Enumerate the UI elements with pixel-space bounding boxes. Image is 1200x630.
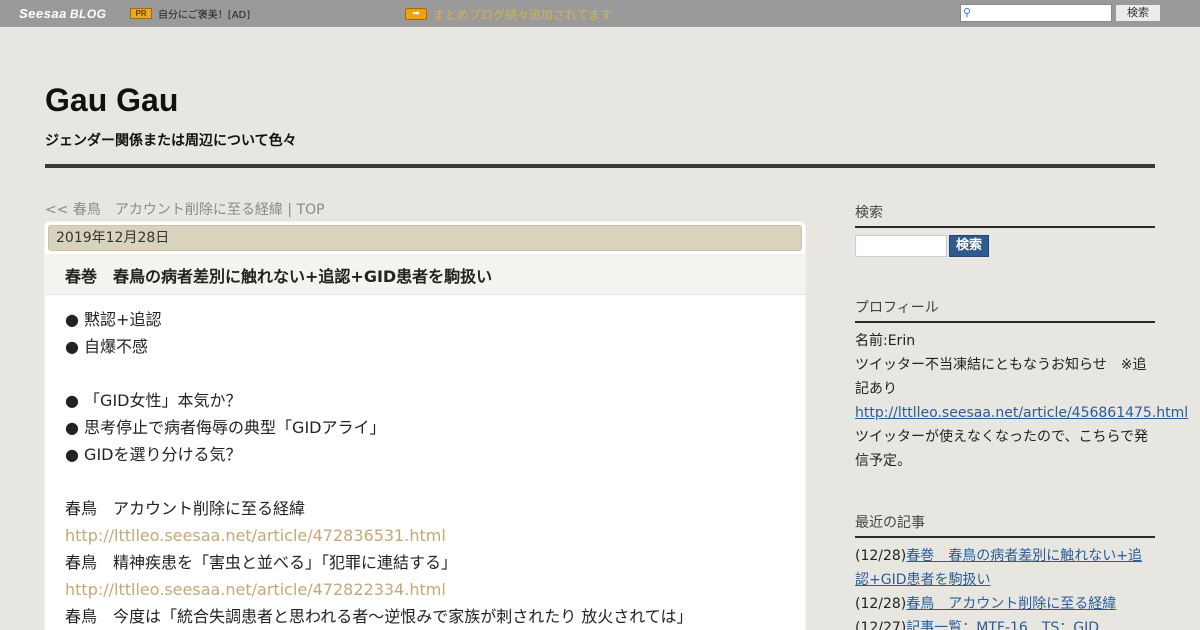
- blog-title[interactable]: Gau Gau: [45, 82, 178, 119]
- nav-separator: |: [282, 202, 297, 218]
- article-body-line: ● 自爆不感: [65, 337, 149, 356]
- recent-article-link[interactable]: 記事一覧：MTF-16 TS：GID: [906, 620, 1099, 630]
- profile-notice: ツイッター不当凍結にともなうお知らせ ※追記あり: [855, 357, 1147, 397]
- sidebar-search-button[interactable]: 検索: [949, 235, 989, 257]
- recent-article-item: (12/28)春鳥 アカウント削除に至る経緯: [855, 592, 1155, 616]
- article-body-line: [65, 468, 795, 495]
- profile-name: 名前:Erin: [855, 333, 916, 349]
- sidebar-search-input[interactable]: [855, 235, 947, 257]
- recent-article-date: (12/28): [855, 548, 907, 564]
- article-body-link[interactable]: http://lttlleo.seesaa.net/article/472836…: [65, 522, 795, 549]
- profile-note: ツイッターが使えなくなったので、こちらで発信予定。: [855, 429, 1149, 469]
- logo-main-text: Seesaa: [19, 6, 67, 21]
- sidebar-recent-heading: 最近の記事: [855, 512, 1155, 538]
- article: 2019年12月28日 春巻 春鳥の病者差別に触れない+追認+GID患者を駒扱い…: [45, 222, 805, 630]
- sidebar-search-heading: 検索: [855, 202, 1155, 228]
- recent-article-item: (12/27)記事一覧：MTF-16 TS：GID: [855, 616, 1155, 630]
- article-title[interactable]: 春巻 春鳥の病者差別に触れない+追認+GID患者を駒扱い: [65, 263, 492, 287]
- blog-notice-link[interactable]: まとめブログ続々追加されてます: [433, 6, 612, 23]
- search-icon: ⚲: [963, 6, 972, 19]
- header-divider: [45, 164, 1155, 168]
- recent-article-date: (12/27): [855, 620, 907, 630]
- top-search-input[interactable]: [977, 6, 1109, 20]
- recent-article-link[interactable]: 春鳥 アカウント削除に至る経緯: [906, 596, 1116, 612]
- arrow-right-icon: ➡: [405, 8, 427, 20]
- profile-article-link[interactable]: http://lttlleo.seesaa.net/article/456861…: [855, 405, 1188, 421]
- article-date: 2019年12月28日: [48, 225, 802, 251]
- seesaa-blog-logo[interactable]: Seesaa BLOG: [19, 6, 107, 21]
- sidebar-profile-heading: プロフィール: [855, 297, 1155, 323]
- article-body-line: [65, 360, 795, 387]
- article-body-line: 春鳥 今度は「統合失調患者と思われる者～逆恨みで家族が刺されたり 放火されては」: [65, 607, 693, 626]
- article-body-line: 春鳥 アカウント削除に至る経緯: [65, 499, 306, 518]
- recent-article-item: (12/28)春巻 春鳥の病者差別に触れない+追認+GID患者を駒扱い: [855, 544, 1155, 592]
- prev-post-link[interactable]: << 春鳥 アカウント削除に至る経緯: [45, 202, 283, 218]
- article-body-line: 春鳥 精神疾患を「害虫と並べる」「犯罪に連結する」: [65, 553, 458, 572]
- article-body-link[interactable]: http://lttlleo.seesaa.net/article/472822…: [65, 576, 795, 603]
- top-search-button[interactable]: 検索: [1115, 4, 1161, 22]
- blog-description: ジェンダー関係または周辺について色々: [45, 133, 297, 149]
- profile-section: 名前:Erin ツイッター不当凍結にともなうお知らせ ※追記あり http://…: [855, 329, 1188, 473]
- article-body-line: ● 黙認+追認: [65, 310, 162, 329]
- ad-link[interactable]: 自分にご褒美！[AD]: [158, 6, 250, 21]
- article-body-line: ● GIDを選り分ける気？: [65, 445, 242, 464]
- article-body-line: ● 「GID女性」本気か？: [65, 391, 242, 410]
- recent-articles-list: (12/28)春巻 春鳥の病者差別に触れない+追認+GID患者を駒扱い (12/2…: [855, 544, 1155, 630]
- recent-article-date: (12/28): [855, 596, 907, 612]
- top-search-box: ⚲: [960, 4, 1112, 22]
- top-link[interactable]: TOP: [297, 202, 325, 218]
- pr-badge: PR: [130, 8, 152, 19]
- article-body-line: ● 思考停止で病者侮辱の典型「GIDアライ」: [65, 418, 386, 437]
- top-bar: Seesaa BLOG PR 自分にご褒美！[AD] ➡ まとめブログ続々追加され…: [0, 0, 1200, 27]
- post-navigation: << 春鳥 アカウント削除に至る経緯 | TOP: [45, 199, 325, 219]
- article-body: ● 黙認+追認 ● 自爆不感 ● 「GID女性」本気か？ ● 思考停止で病者侮辱の典…: [65, 306, 795, 630]
- logo-sub-text: BLOG: [69, 7, 107, 21]
